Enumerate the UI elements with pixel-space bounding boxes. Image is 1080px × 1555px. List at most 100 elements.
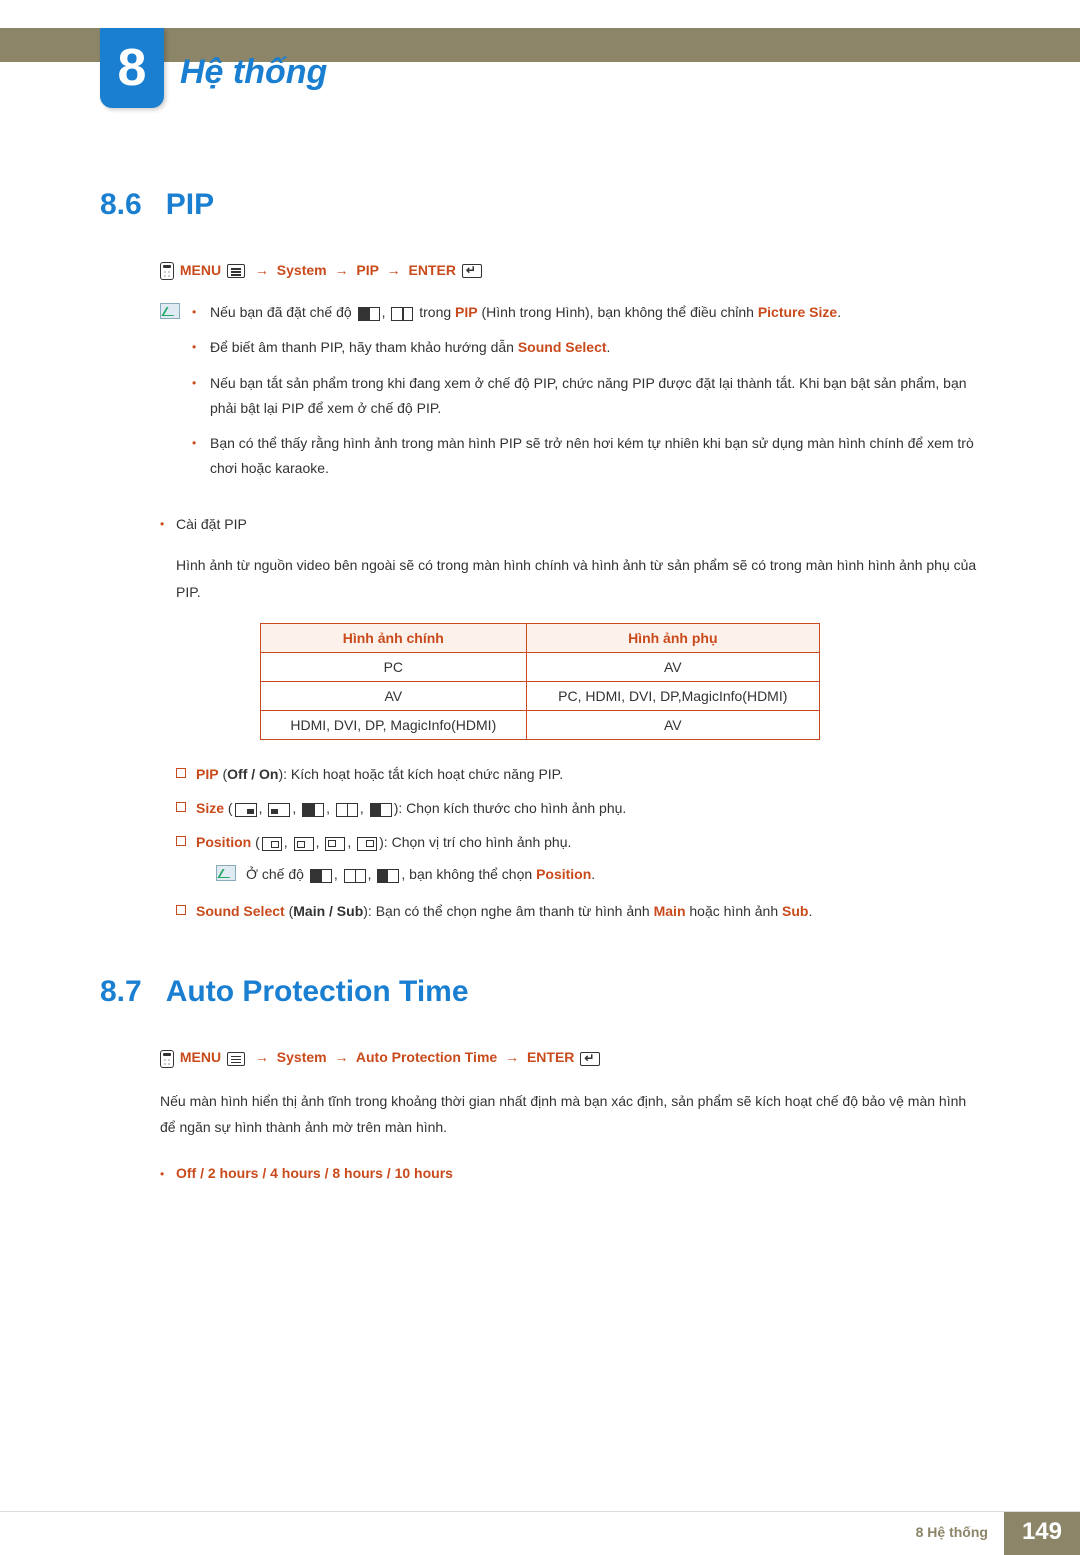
menu-label: MENU [180,262,221,278]
position-note: Ở chế độ , , , bạn không thể chọn Positi… [216,862,980,887]
pip-table: Hình ảnh chính Hình ảnh phụ PC AV AV PC,… [260,623,820,740]
option-text: ): Chọn kích thước cho hình ảnh phụ. [394,800,627,816]
section-title: Auto Protection Time [166,975,469,1009]
note-text: (Hình trong Hình), bạn không thể điều ch… [482,304,758,320]
size-icon [268,803,290,817]
auto-protection-options: Off / 2 hours / 4 hours / 8 hours / 10 h… [160,1165,980,1181]
keyword-picture-size: Picture Size [758,304,837,320]
note-item: Bạn có thể thấy rằng hình ảnh trong màn … [192,431,980,481]
enter-icon [580,1052,600,1066]
menu-step: System [277,262,327,278]
menu-path-pip: MENU → System → PIP → ENTER [160,262,980,280]
table-row: HDMI, DVI, DP, MagicInfo(HDMI) AV [261,711,820,740]
menu-step: PIP [356,262,378,278]
footer-page-number: 149 [1004,1512,1080,1555]
section-header-auto-protection: 8.7 Auto Protection Time [100,975,980,1009]
note-text: Ở chế độ [246,866,308,882]
section-number: 8.6 [100,188,142,222]
size-icon [302,803,324,817]
table-cell: AV [261,682,527,711]
chapter-number: 8 [118,38,147,98]
menu-step: System [277,1049,327,1065]
table-header: Hình ảnh phụ [526,624,819,653]
page-footer: 8 Hệ thống 149 [0,1511,1080,1555]
option-label: Size [196,800,224,816]
note-text: , bạn không thể chọn [401,866,536,882]
position-icon [262,837,282,851]
note-text: . [607,339,611,355]
menu-step: Auto Protection Time [356,1049,497,1065]
menu-step: ENTER [527,1049,574,1065]
pip-layout-icon [391,307,413,321]
table-row: PC AV [261,653,820,682]
arrow-icon: → [251,1049,273,1065]
section-header-pip: 8.6 PIP [100,188,980,222]
position-icon [294,837,314,851]
auto-protection-text: Nếu màn hình hiển thị ảnh tĩnh trong kho… [160,1088,980,1141]
footer-chapter-label: 8 Hệ thống [900,1512,1004,1555]
chapter-title: Hệ thống [180,53,327,92]
menu-icon [227,264,245,278]
note-icon [216,865,236,881]
note-text: trong [419,304,455,320]
section-title: PIP [166,188,214,222]
note-text: . [591,866,595,882]
position-note-text: Ở chế độ , , , bạn không thể chọn Positi… [246,862,595,887]
note-item: Nếu bạn tắt sản phẩm trong khi đang xem … [192,371,980,421]
pip-setting-label: Cài đặt PIP [160,511,980,538]
position-icon [325,837,345,851]
option-text: hoặc hình ảnh [686,903,783,919]
chapter-header: 8 Hệ thống [0,28,1080,108]
note-item: Nếu bạn đã đặt chế độ , trong PIP (Hình … [192,300,980,325]
size-icon [310,869,332,883]
note-icon [160,303,180,319]
table-cell: PC [261,653,527,682]
option-label: PIP [196,766,219,782]
arrow-icon: → [501,1049,523,1065]
option-text: ): Chọn vị trí cho hình ảnh phụ. [379,834,571,850]
option-text: . [808,903,812,919]
pip-layout-icon [358,307,380,321]
arrow-icon: → [331,262,353,278]
option-position: Position (, , , ): Chọn vị trí cho hình … [176,828,980,887]
menu-icon [227,1052,245,1066]
option-label: Position [196,834,251,850]
pip-setting-text: Hình ảnh từ nguồn video bên ngoài sẽ có … [176,552,980,605]
pip-options-list: PIP (Off / On): Kích hoạt hoặc tắt kích … [176,760,980,925]
option-text: ): Kích hoạt hoặc tắt kích hoạt chức năn… [278,766,563,782]
note-block: Nếu bạn đã đặt chế độ , trong PIP (Hình … [160,300,980,491]
table-cell: HDMI, DVI, DP, MagicInfo(HDMI) [261,711,527,740]
options-values: Off / 2 hours / 4 hours / 8 hours / 10 h… [176,1165,453,1181]
table-cell: AV [526,711,819,740]
arrow-icon: → [251,262,273,278]
remote-icon [160,262,174,280]
menu-label: MENU [180,1049,221,1065]
keyword-position: Position [536,866,591,882]
size-icon [370,803,392,817]
note-text: Để biết âm thanh PIP, hãy tham khảo hướn… [210,339,518,355]
chapter-badge: 8 [100,28,164,108]
keyword-main: Main [654,903,686,919]
enter-icon [462,264,482,278]
option-label: Sound Select [196,903,285,919]
keyword-sub: Sub [782,903,808,919]
keyword-pip: PIP [455,304,478,320]
arrow-icon: → [331,1049,353,1065]
table-row: AV PC, HDMI, DVI, DP,MagicInfo(HDMI) [261,682,820,711]
remote-icon [160,1050,174,1068]
menu-path-auto-protection: MENU → System → Auto Protection Time → E… [160,1049,980,1067]
pip-settings-list: Cài đặt PIP [160,511,980,538]
section-number: 8.7 [100,975,142,1009]
size-icon [235,803,257,817]
option-size: Size (, , , , ): Chọn kích thước cho hìn… [176,794,980,822]
option-text: ): Bạn có thể chọn nghe âm thanh từ hình… [363,903,653,919]
note-item: Để biết âm thanh PIP, hãy tham khảo hướn… [192,335,980,360]
option-sound-select: Sound Select (Main / Sub): Bạn có thể ch… [176,897,980,925]
menu-step: ENTER [408,262,455,278]
table-header: Hình ảnh chính [261,624,527,653]
table-cell: AV [526,653,819,682]
table-cell: PC, HDMI, DVI, DP,MagicInfo(HDMI) [526,682,819,711]
keyword-sound-select: Sound Select [518,339,607,355]
note-text: Nếu bạn đã đặt chế độ [210,304,356,320]
note-text: . [837,304,841,320]
